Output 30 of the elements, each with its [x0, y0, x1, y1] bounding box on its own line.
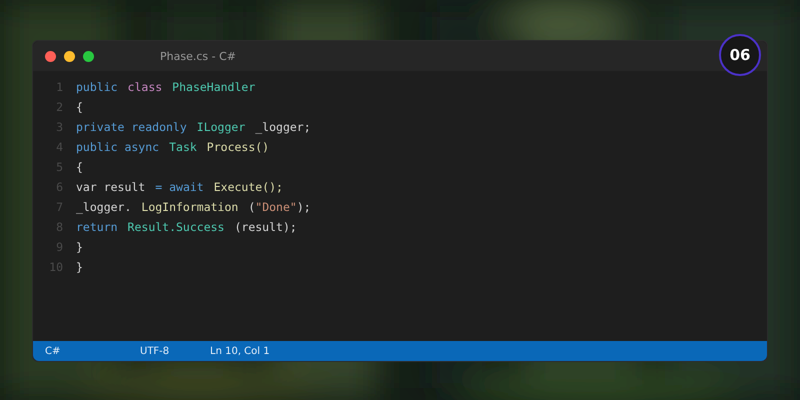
language-label: C#	[45, 346, 60, 356]
code-token: return	[76, 220, 118, 234]
code-token: ILogger	[196, 120, 246, 134]
encoding-label: UTF-8	[140, 346, 170, 356]
minimize-button[interactable]	[64, 50, 75, 62]
code-token: = await	[155, 180, 204, 194]
code-token: {	[76, 160, 83, 174]
code-token: LogInformation	[141, 200, 238, 214]
code-token: }	[76, 260, 83, 274]
code-token: _logger;	[255, 120, 311, 134]
code-token: {	[76, 100, 83, 114]
code-token: Process()	[206, 140, 270, 154]
code-token: private readonly	[76, 120, 187, 134]
code-token: Task	[169, 140, 197, 154]
code-token: (result);	[234, 220, 297, 234]
code-token: Execute();	[214, 180, 283, 194]
code-token: public	[76, 80, 118, 94]
step-badge: 06	[719, 34, 761, 76]
code-token: ("Done");	[248, 200, 311, 214]
window-title: Phase.cs - C#	[160, 50, 236, 62]
code-token: PhaseHandler	[172, 80, 256, 94]
close-button[interactable]	[45, 50, 56, 62]
code-token: public async	[76, 140, 160, 154]
code-token: class	[128, 80, 162, 94]
cursor-position: Ln 10, Col 1	[210, 346, 270, 356]
code-token: Result.Success	[128, 220, 224, 234]
code-token: var result	[76, 180, 146, 194]
maximize-button[interactable]	[83, 50, 94, 62]
code-token: }	[76, 240, 83, 254]
code-token: _logger.	[76, 200, 132, 214]
